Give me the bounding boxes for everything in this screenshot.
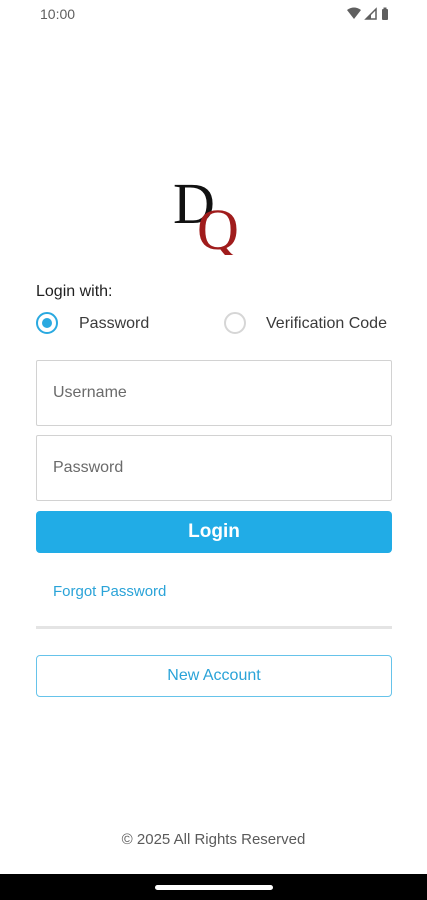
divider xyxy=(36,626,392,629)
signal-icon xyxy=(364,7,377,20)
status-time: 10:00 xyxy=(40,6,76,22)
status-icons xyxy=(347,7,388,20)
forgot-password-link[interactable]: Forgot Password xyxy=(53,583,166,600)
status-bar: 10:00 xyxy=(0,0,427,28)
login-button[interactable]: Login xyxy=(36,511,392,553)
username-field[interactable] xyxy=(36,360,392,426)
login-with-label: Login with: xyxy=(36,283,113,300)
password-input[interactable] xyxy=(37,436,391,500)
password-radio[interactable] xyxy=(36,312,58,334)
dq-logo: D Q xyxy=(173,171,239,255)
verification-code-radio-label[interactable]: Verification Code xyxy=(266,315,387,333)
verification-code-radio[interactable] xyxy=(224,312,246,334)
copyright-text: © 2025 All Rights Reserved xyxy=(121,831,306,848)
new-account-button[interactable]: New Account xyxy=(36,655,392,697)
password-field[interactable] xyxy=(36,435,392,501)
wifi-icon xyxy=(347,7,361,19)
battery-icon xyxy=(382,7,388,20)
navigation-bar xyxy=(0,874,427,900)
home-gesture-handle[interactable] xyxy=(155,885,273,890)
logo-letter-q: Q xyxy=(197,197,239,255)
password-radio-label[interactable]: Password xyxy=(79,315,149,333)
username-input[interactable] xyxy=(37,361,391,425)
